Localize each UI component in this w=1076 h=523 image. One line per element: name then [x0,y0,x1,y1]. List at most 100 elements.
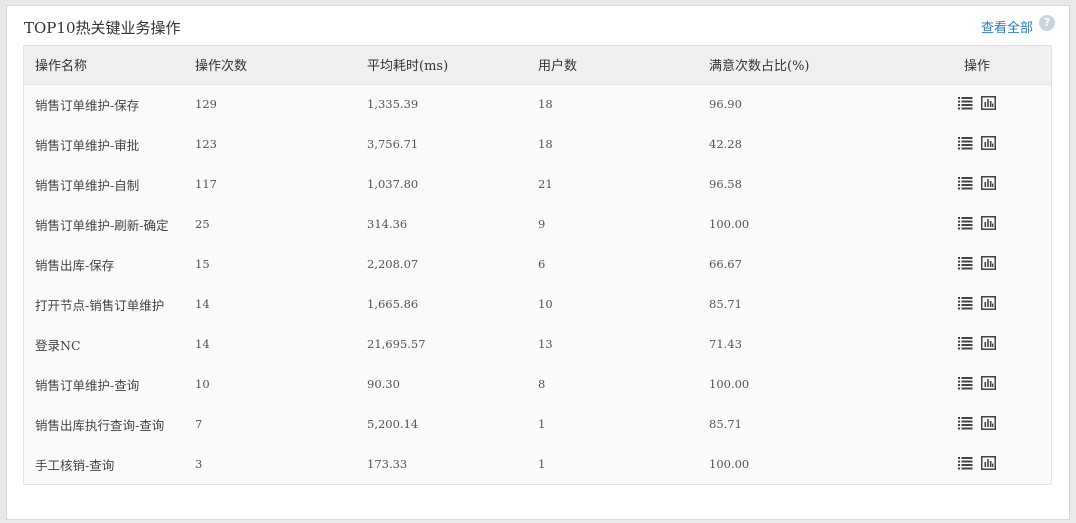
list-icon[interactable] [958,336,973,350]
list-icon[interactable] [958,456,973,470]
satisfaction-ratio: 42.28 [709,137,742,151]
list-icon[interactable] [958,256,973,270]
user-count: 8 [538,377,546,391]
bar-chart-icon[interactable] [981,455,996,470]
average-time: 314.36 [367,217,408,231]
satisfaction-ratio: 85.71 [709,417,742,431]
average-time: 21,695.57 [367,337,426,351]
user-count: 13 [538,337,553,351]
operation-count: 14 [195,337,210,351]
operation-name: 手工核销-查询 [35,457,115,473]
column-header-name: 操作名称 [24,46,195,85]
satisfaction-ratio: 96.58 [709,177,742,191]
bar-chart-icon[interactable] [981,335,996,350]
table-row: 销售出库-保存 15 2,208.07 6 66.67 [24,244,1051,284]
satisfaction-ratio: 100.00 [709,457,750,471]
satisfaction-ratio: 100.00 [709,217,750,231]
row-actions [903,444,1051,484]
column-header-count: 操作次数 [195,46,367,85]
operation-count: 117 [195,177,217,191]
list-icon[interactable] [958,136,973,150]
bar-chart-icon[interactable] [981,135,996,150]
table-row: 销售订单维护-保存 129 1,335.39 18 96.90 [24,84,1051,124]
table-row: 手工核销-查询 3 173.33 1 100.00 [24,444,1051,484]
operation-count: 14 [195,297,210,311]
table-header-row: 操作名称 操作次数 平均耗时(ms) 用户数 满意次数占比(%) 操作 [24,46,1051,85]
operation-count: 15 [195,257,210,271]
view-all-link[interactable]: 查看全部 [981,17,1033,36]
operation-name: 销售订单维护-刷新-确定 [35,217,169,233]
average-time: 173.33 [367,457,408,471]
list-icon[interactable] [958,376,973,390]
operation-count: 25 [195,217,210,231]
row-actions [903,404,1051,444]
satisfaction-ratio: 66.67 [709,257,742,271]
average-time: 90.30 [367,377,400,391]
user-count: 10 [538,297,553,311]
operation-name: 销售订单维护-自制 [35,177,140,193]
user-count: 18 [538,97,553,112]
table-row: 销售订单维护-审批 123 3,756.71 18 42.28 [24,124,1051,164]
operations-table: 操作名称 操作次数 平均耗时(ms) 用户数 满意次数占比(%) 操作 销售订单… [23,45,1052,485]
average-time: 1,665.86 [367,297,419,311]
operation-name: 打开节点-销售订单维护 [35,297,165,313]
row-actions [903,204,1051,244]
row-actions [903,364,1051,404]
user-count: 18 [538,137,553,151]
operation-name: 登录NC [35,337,81,353]
bar-chart-icon[interactable] [981,95,996,110]
bar-chart-icon[interactable] [981,255,996,270]
satisfaction-ratio: 100.00 [709,377,750,391]
table-row: 销售订单维护-刷新-确定 25 314.36 9 100.00 [24,204,1051,244]
bar-chart-icon[interactable] [981,415,996,430]
row-actions [903,244,1051,284]
column-header-actions: 操作 [903,46,1051,85]
operation-name: 销售出库执行查询-查询 [35,417,165,433]
bar-chart-icon[interactable] [981,215,996,230]
user-count: 1 [538,417,546,431]
operation-name: 销售订单维护-查询 [35,377,140,393]
panel-title: TOP10热关键业务操作 [24,19,181,37]
list-icon[interactable] [958,96,973,110]
average-time: 3,756.71 [367,137,419,151]
list-icon[interactable] [958,176,973,190]
table-row: 登录NC 14 21,695.57 13 71.43 [24,324,1051,364]
bar-chart-icon[interactable] [981,295,996,310]
hot-operations-panel: TOP10热关键业务操作 查看全部 ? 操作名称 操作次数 平均耗时(ms) 用… [6,5,1070,520]
row-actions [903,324,1051,364]
average-time: 2,208.07 [367,257,419,271]
help-icon[interactable]: ? [1039,15,1055,31]
table-row: 打开节点-销售订单维护 14 1,665.86 10 85.71 [24,284,1051,324]
operation-count: 7 [195,417,203,431]
row-actions [903,124,1051,164]
operation-count: 123 [195,137,217,151]
bar-chart-icon[interactable] [981,375,996,390]
satisfaction-ratio: 85.71 [709,297,742,311]
row-actions [903,284,1051,324]
average-time: 1,037.80 [367,177,419,191]
list-icon[interactable] [958,296,973,310]
satisfaction-ratio: 71.43 [709,337,742,351]
operation-count: 10 [195,377,210,391]
operation-name: 销售订单维护-保存 [35,97,140,113]
satisfaction-ratio: 96.90 [709,97,742,112]
row-actions [903,164,1051,204]
column-header-satisfaction: 满意次数占比(%) [709,46,903,85]
user-count: 6 [538,257,546,271]
operation-name: 销售订单维护-审批 [35,137,140,153]
user-count: 9 [538,217,546,231]
average-time: 1,335.39 [367,97,419,112]
table-row: 销售订单维护-查询 10 90.30 8 100.00 [24,364,1051,404]
table-row: 销售订单维护-自制 117 1,037.80 21 96.58 [24,164,1051,204]
user-count: 1 [538,457,546,471]
column-header-users: 用户数 [538,46,709,85]
average-time: 5,200.14 [367,417,419,431]
bar-chart-icon[interactable] [981,175,996,190]
operation-name: 销售出库-保存 [35,257,115,273]
list-icon[interactable] [958,216,973,230]
row-actions [903,84,1051,124]
table-row: 销售出库执行查询-查询 7 5,200.14 1 85.71 [24,404,1051,444]
list-icon[interactable] [958,416,973,430]
column-header-avg-time: 平均耗时(ms) [367,46,538,85]
user-count: 21 [538,177,553,191]
